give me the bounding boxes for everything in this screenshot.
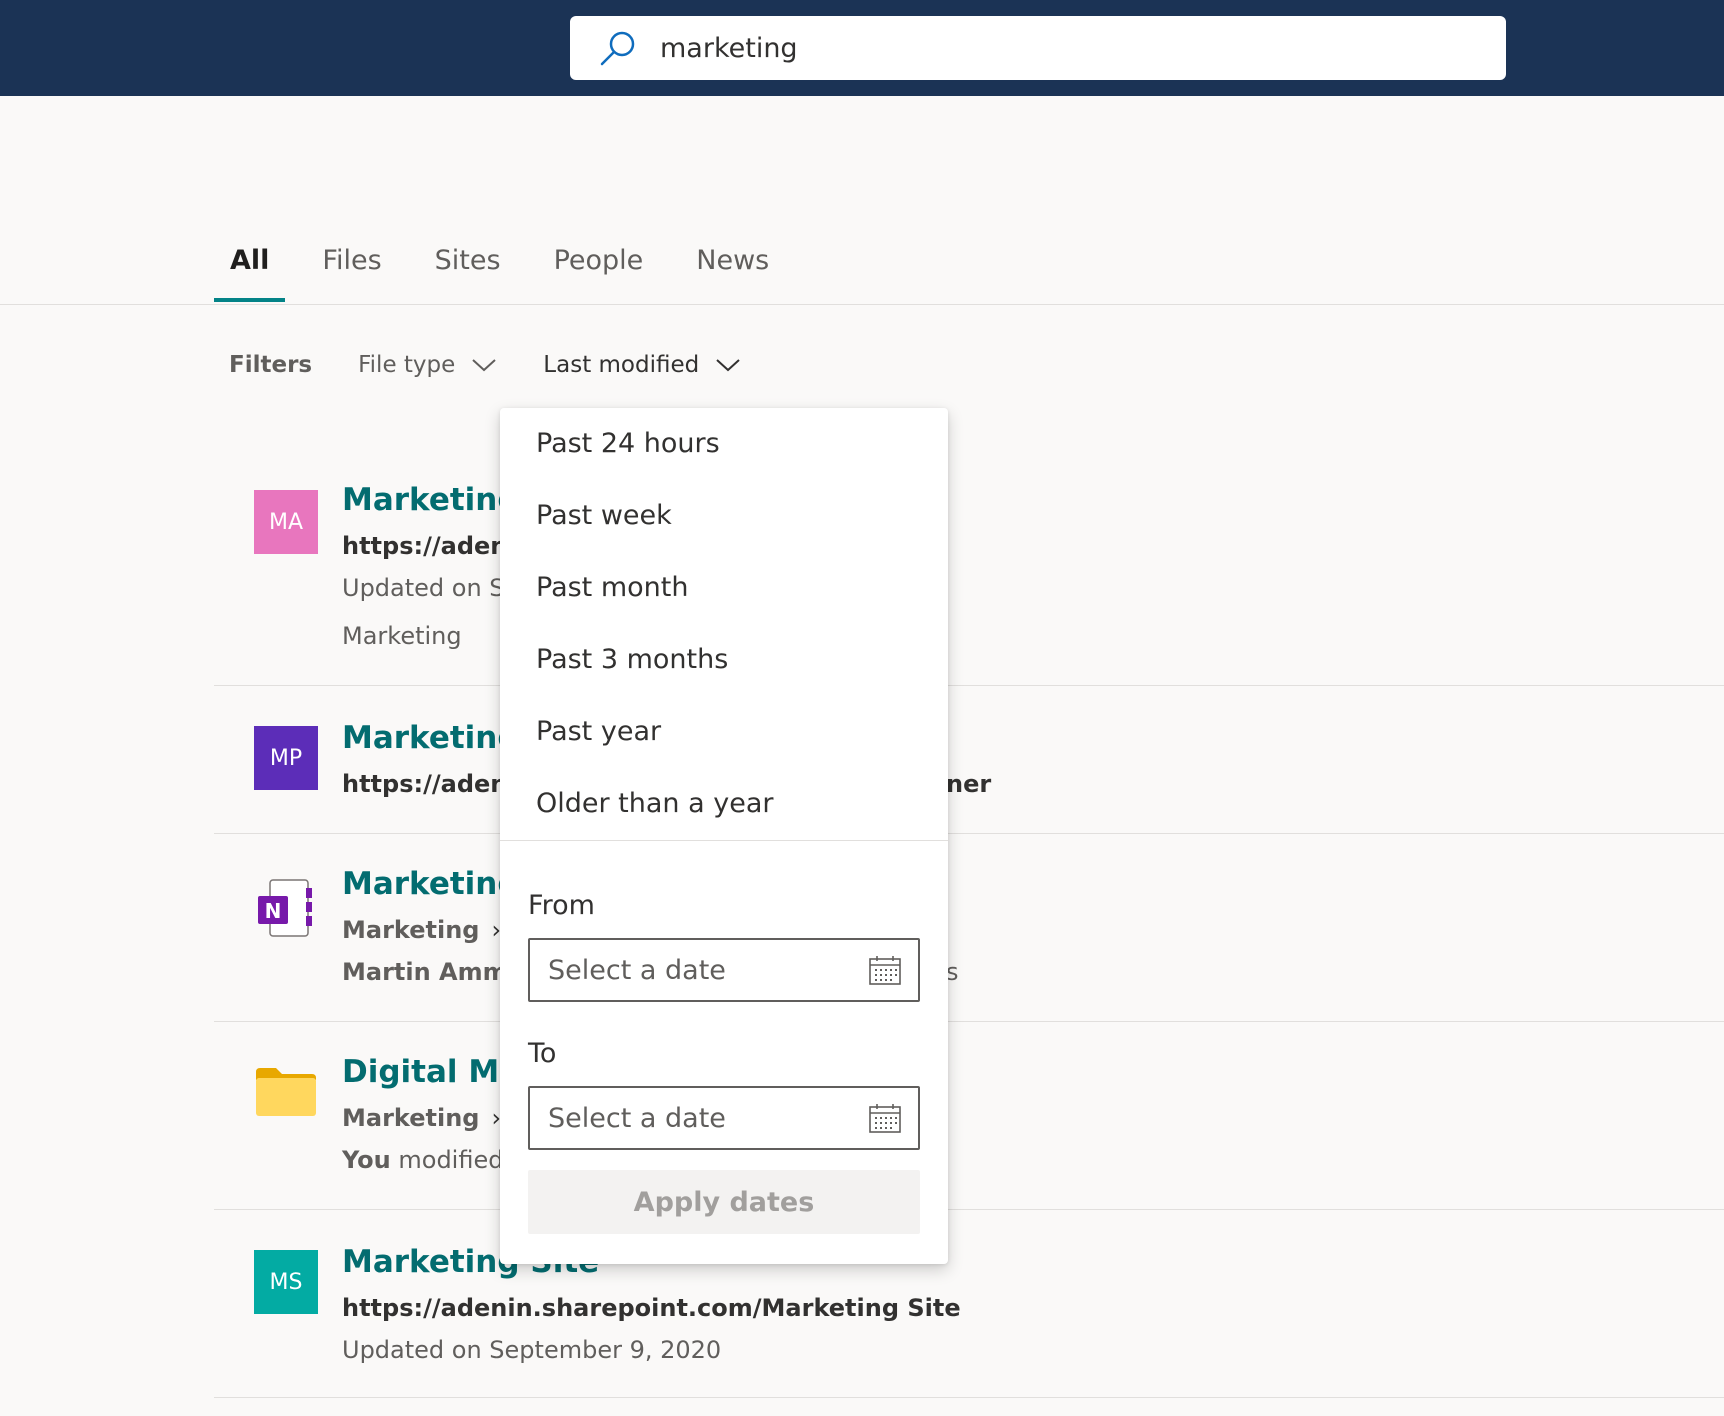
result-item[interactable]: MP Marketing https://adenin ner — [214, 686, 1724, 834]
site-avatar: MP — [254, 726, 318, 790]
folder-icon — [256, 1068, 316, 1116]
option-past-month[interactable]: Past month — [536, 572, 688, 603]
to-label: To — [528, 1038, 557, 1069]
result-modified: You modified — [342, 1146, 504, 1174]
tab-people[interactable]: People — [538, 236, 660, 302]
result-updated: Updated on S — [342, 574, 505, 602]
from-label: From — [528, 890, 595, 921]
result-item[interactable]: MA Marketing https://adenin Updated on S… — [214, 460, 1724, 686]
option-past-week[interactable]: Past week — [536, 500, 672, 531]
site-avatar: MA — [254, 490, 318, 554]
result-item[interactable]: MS Marketing Site https://adenin.sharepo… — [214, 1210, 1724, 1398]
result-url-tail: ner — [946, 770, 992, 798]
result-item[interactable]: Digital Mar Marketing › You modified — [214, 1022, 1724, 1210]
option-past-24-hours[interactable]: Past 24 hours — [536, 428, 720, 459]
last-modified-label: Last modified — [543, 352, 700, 378]
filters-label: Filters — [229, 352, 313, 378]
calendar-icon[interactable] — [868, 954, 902, 986]
search-box[interactable] — [570, 16, 1506, 80]
result-updated: Updated on September 9, 2020 — [342, 1336, 722, 1364]
onenote-icon: N — [258, 879, 312, 937]
from-date-input[interactable] — [546, 953, 850, 987]
result-author: Martin Amm — [342, 958, 508, 986]
site-avatar: MS — [254, 1250, 318, 1314]
file-type-filter[interactable]: File type — [358, 352, 497, 378]
tab-sites[interactable]: Sites — [419, 236, 517, 302]
result-title[interactable]: Marketing — [342, 866, 520, 902]
chevron-down-icon — [716, 359, 740, 372]
tabs-divider — [0, 304, 1724, 305]
last-modified-filter[interactable]: Last modified — [543, 352, 741, 378]
tab-news[interactable]: News — [680, 236, 785, 302]
filters-bar: Filters File type Last modified — [229, 352, 741, 378]
dropdown-divider — [500, 840, 948, 841]
result-url: https://adenin.sharepoint.com/Marketing … — [342, 1294, 961, 1322]
last-modified-dropdown: Past 24 hours Past week Past month Past … — [500, 408, 948, 1264]
svg-text:N: N — [265, 899, 282, 923]
result-title[interactable]: Marketing — [342, 482, 520, 518]
to-date-input[interactable] — [546, 1101, 850, 1135]
tab-all[interactable]: All — [214, 236, 286, 302]
result-site: Marketing — [342, 622, 462, 650]
result-item[interactable]: N Marketing Marketing › Martin Amm s — [214, 834, 1724, 1022]
result-title[interactable]: Marketing — [342, 720, 520, 756]
option-older-than-a-year[interactable]: Older than a year — [536, 788, 774, 819]
search-input[interactable] — [658, 31, 1442, 65]
result-path: Marketing › — [342, 1104, 502, 1132]
file-type-label: File type — [358, 352, 456, 378]
calendar-icon[interactable] — [868, 1102, 902, 1134]
search-tabs: All Files Sites People News — [214, 236, 806, 304]
tab-files[interactable]: Files — [306, 236, 397, 302]
from-date-field[interactable] — [528, 938, 920, 1002]
option-past-3-months[interactable]: Past 3 months — [536, 644, 728, 675]
top-bar — [0, 0, 1724, 96]
to-date-field[interactable] — [528, 1086, 920, 1150]
result-path: Marketing › — [342, 916, 502, 944]
search-icon — [600, 31, 635, 66]
apply-dates-button[interactable]: Apply dates — [528, 1170, 920, 1234]
chevron-down-icon — [472, 359, 496, 372]
option-past-year[interactable]: Past year — [536, 716, 661, 747]
